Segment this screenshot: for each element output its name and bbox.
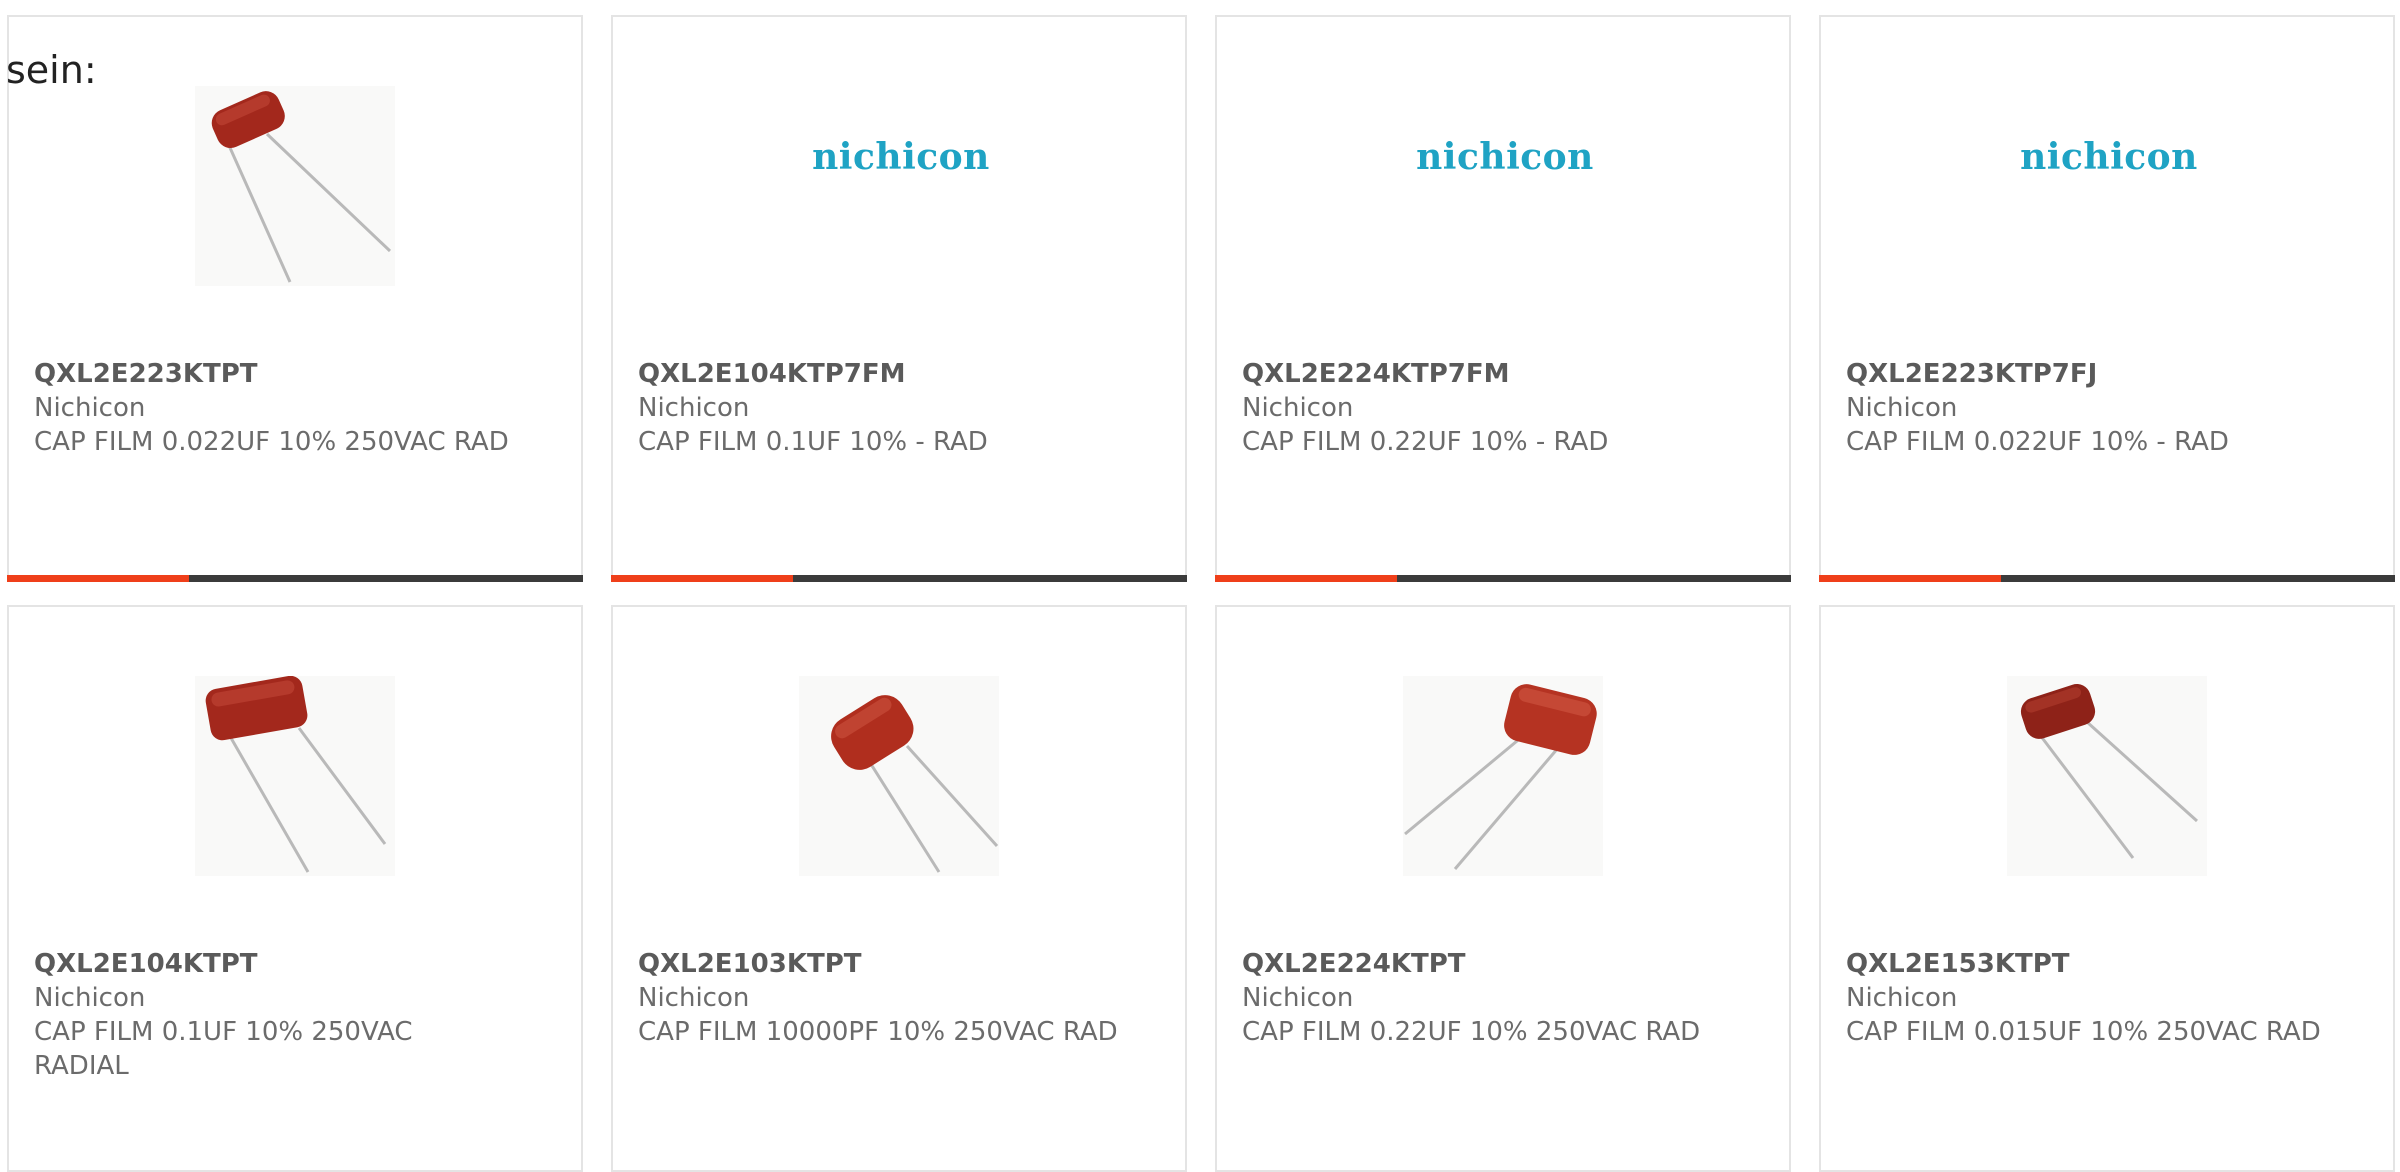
product-info: QXL2E223KTPT Nichicon CAP FILM 0.022UF 1…	[34, 357, 514, 459]
card-bottom-bar	[611, 575, 1187, 582]
capacitor-icon	[211, 91, 392, 283]
card-accent-bar	[1819, 575, 2001, 582]
part-number[interactable]: QXL2E223KTP7FJ	[1846, 357, 2326, 391]
card-bottom-bar	[7, 575, 583, 582]
product-info: QXL2E104KTP7FM Nichicon CAP FILM 0.1UF 1…	[638, 357, 1118, 459]
product-card[interactable]: nichicon QXL2E223KTP7FJ Nichicon CAP FIL…	[1819, 15, 2395, 582]
card-bottom-bar	[1215, 575, 1791, 582]
description: CAP FILM 10000PF 10% 250VAC RAD	[638, 1017, 1118, 1047]
manufacturer: Nichicon	[1846, 393, 1958, 423]
product-image	[195, 676, 395, 876]
part-number[interactable]: QXL2E223KTPT	[34, 357, 514, 391]
product-info: QXL2E104KTPT Nichicon CAP FILM 0.1UF 10%…	[34, 947, 514, 1083]
product-card[interactable]: nichicon QXL2E104KTP7FM Nichicon CAP FIL…	[611, 15, 1187, 582]
manufacturer: Nichicon	[1242, 393, 1354, 423]
part-number[interactable]: QXL2E104KTP7FM	[638, 357, 1118, 391]
description: CAP FILM 0.22UF 10% 250VAC RAD	[1242, 1017, 1701, 1047]
manufacturer: Nichicon	[638, 393, 750, 423]
part-number[interactable]: QXL2E103KTPT	[638, 947, 1118, 981]
description: CAP FILM 0.022UF 10% - RAD	[1846, 427, 2229, 457]
product-image	[799, 676, 999, 876]
manufacturer: Nichicon	[1242, 983, 1354, 1013]
description: CAP FILM 0.22UF 10% - RAD	[1242, 427, 1609, 457]
product-card[interactable]: QXL2E104KTPT Nichicon CAP FILM 0.1UF 10%…	[7, 605, 583, 1172]
part-number[interactable]: QXL2E104KTPT	[34, 947, 514, 981]
manufacturer: Nichicon	[638, 983, 750, 1013]
product-info: QXL2E223KTP7FJ Nichicon CAP FILM 0.022UF…	[1846, 357, 2326, 459]
manufacturer: Nichicon	[34, 393, 146, 423]
product-card[interactable]: QXL2E223KTPT Nichicon CAP FILM 0.022UF 1…	[7, 15, 583, 582]
product-card[interactable]: QXL2E153KTPT Nichicon CAP FILM 0.015UF 1…	[1819, 605, 2395, 1172]
product-card[interactable]: QXL2E103KTPT Nichicon CAP FILM 10000PF 1…	[611, 605, 1187, 1172]
part-number[interactable]: QXL2E153KTPT	[1846, 947, 2326, 981]
manufacturer: Nichicon	[1846, 983, 1958, 1013]
nichicon-logo-icon: nichicon	[1416, 136, 1594, 178]
card-accent-bar	[1215, 575, 1397, 582]
product-info: QXL2E224KTPT Nichicon CAP FILM 0.22UF 10…	[1242, 947, 1722, 1049]
description: CAP FILM 0.015UF 10% 250VAC RAD	[1846, 1017, 2321, 1047]
capacitor-icon	[1404, 684, 1597, 870]
product-info: QXL2E224KTP7FM Nichicon CAP FILM 0.22UF …	[1242, 357, 1722, 459]
description: CAP FILM 0.022UF 10% 250VAC RAD	[34, 427, 509, 457]
product-image	[1403, 676, 1603, 876]
card-accent-bar	[611, 575, 793, 582]
nichicon-logo-icon: nichicon	[812, 136, 990, 178]
product-card[interactable]: nichicon QXL2E224KTP7FM Nichicon CAP FIL…	[1215, 15, 1791, 582]
product-image	[195, 86, 395, 286]
capacitor-icon	[2020, 684, 2199, 859]
manufacturer: Nichicon	[34, 983, 146, 1013]
capacitor-icon	[205, 676, 387, 873]
product-info: QXL2E153KTPT Nichicon CAP FILM 0.015UF 1…	[1846, 947, 2326, 1049]
product-grid: QXL2E223KTPT Nichicon CAP FILM 0.022UF 1…	[7, 15, 2400, 1172]
description: CAP FILM 0.1UF 10% 250VAC RADIAL	[34, 1017, 413, 1081]
capacitor-icon	[831, 695, 999, 873]
product-info: QXL2E103KTPT Nichicon CAP FILM 10000PF 1…	[638, 947, 1118, 1049]
product-image	[2007, 676, 2207, 876]
part-number[interactable]: QXL2E224KTPT	[1242, 947, 1722, 981]
part-number[interactable]: QXL2E224KTP7FM	[1242, 357, 1722, 391]
card-accent-bar	[7, 575, 189, 582]
nichicon-logo-icon: nichicon	[2020, 136, 2198, 178]
description: CAP FILM 0.1UF 10% - RAD	[638, 427, 988, 457]
card-bottom-bar	[1819, 575, 2395, 582]
intro-text: sein:	[6, 48, 97, 92]
product-card[interactable]: QXL2E224KTPT Nichicon CAP FILM 0.22UF 10…	[1215, 605, 1791, 1172]
